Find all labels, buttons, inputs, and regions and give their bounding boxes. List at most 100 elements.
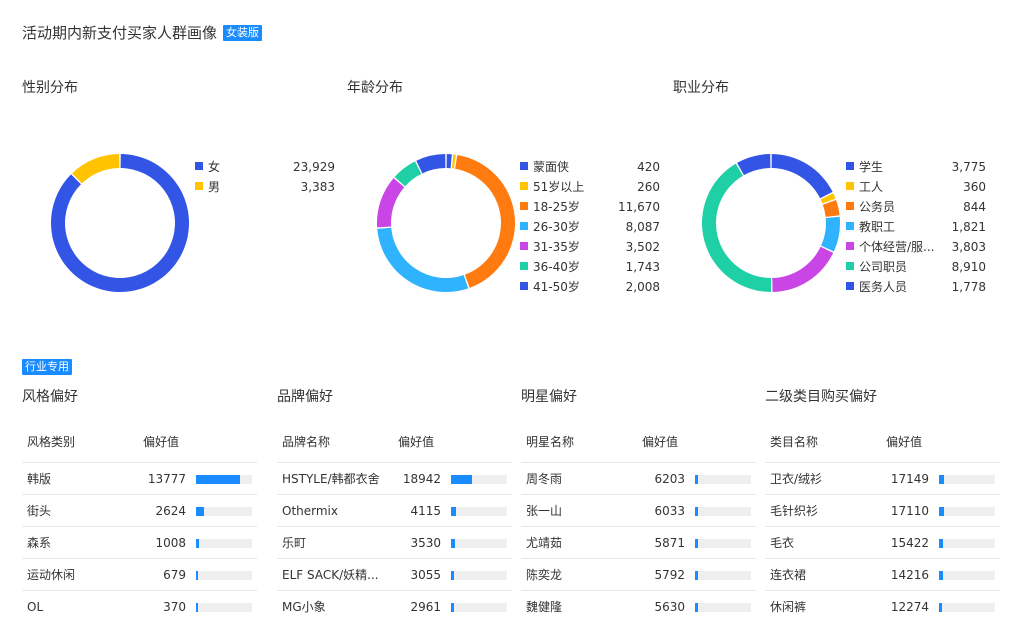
- legend-label: 26-30岁: [533, 220, 580, 234]
- preference-bar: [695, 507, 698, 516]
- style-table-title: 风格偏好: [22, 389, 78, 405]
- donut-slice-0[interactable]: [51, 154, 189, 292]
- table-row[interactable]: 森系 1008: [22, 527, 257, 559]
- legend-swatch: [520, 282, 528, 290]
- preference-bar-track: [196, 603, 252, 612]
- table-row[interactable]: OL 370: [22, 591, 257, 623]
- row-name: 运动休闲: [27, 568, 76, 582]
- preference-bar: [451, 539, 455, 548]
- preference-bar-track: [939, 603, 995, 612]
- donut-slice-0[interactable]: [446, 154, 452, 169]
- row-name: ELF SACK/妖精...: [282, 568, 379, 582]
- star-table-title: 明星偏好: [521, 389, 577, 405]
- donut-slice-3[interactable]: [377, 227, 469, 292]
- row-name: 森系: [27, 536, 52, 550]
- legend-swatch: [520, 182, 528, 190]
- page-title-text: 活动期内新支付买家人群画像: [22, 24, 218, 42]
- legend-item[interactable]: 医务人员 1,778: [846, 278, 986, 296]
- preference-bar-track: [451, 603, 507, 612]
- legend-item[interactable]: 教职工 1,821: [846, 218, 986, 236]
- row-value: 12274: [890, 600, 929, 614]
- donut-slice-4[interactable]: [377, 178, 405, 228]
- table-row[interactable]: ELF SACK/妖精... 3055: [277, 559, 512, 591]
- legend-value: 844: [963, 200, 986, 214]
- table-row[interactable]: 尤靖茹 5871: [521, 527, 756, 559]
- table-row[interactable]: 张一山 6033: [521, 495, 756, 527]
- table-row[interactable]: HSTYLE/韩都衣舍 18942: [277, 463, 512, 495]
- legend-label: 医务人员: [859, 280, 908, 294]
- legend-swatch: [846, 202, 854, 210]
- preference-bar-track: [196, 571, 252, 580]
- table-row[interactable]: 周冬雨 6203: [521, 463, 756, 495]
- legend-value: 1,778: [951, 280, 986, 294]
- donut-slice-2[interactable]: [455, 154, 515, 288]
- legend-item[interactable]: 女 23,929: [195, 158, 335, 176]
- preference-bar: [695, 539, 698, 548]
- row-name: HSTYLE/韩都衣舍: [282, 472, 380, 486]
- donut-slice-2[interactable]: [822, 200, 840, 217]
- preference-bar-track: [939, 475, 995, 484]
- legend-item[interactable]: 公司职员 8,910: [846, 258, 986, 276]
- preference-bar-track: [451, 475, 507, 484]
- donut-slice-6[interactable]: [737, 154, 771, 176]
- table-row[interactable]: MG小象 2961: [277, 591, 512, 623]
- table-row[interactable]: 街头 2624: [22, 495, 257, 527]
- legend-label: 蒙面侠: [533, 160, 570, 174]
- donut-slice-6[interactable]: [416, 154, 446, 174]
- donut-slice-1[interactable]: [72, 154, 120, 184]
- donut-slice-5[interactable]: [702, 163, 772, 292]
- preference-bar: [695, 571, 698, 580]
- legend-item[interactable]: 公务员 844: [846, 198, 986, 216]
- preference-bar-track: [939, 571, 995, 580]
- occupation-chart-title: 职业分布: [673, 80, 729, 96]
- row-value: 3530: [410, 536, 441, 550]
- table-row[interactable]: 休闲裤 12274: [765, 591, 1000, 623]
- preference-bar: [451, 475, 472, 484]
- legend-item[interactable]: 个体经营/服... 3,803: [846, 238, 986, 256]
- table-row[interactable]: 卫衣/绒衫 17149: [765, 463, 1000, 495]
- legend-swatch: [846, 282, 854, 290]
- row-name: 张一山: [526, 504, 563, 518]
- legend-swatch: [846, 242, 854, 250]
- table-row[interactable]: 连衣裙 14216: [765, 559, 1000, 591]
- donut-slice-1[interactable]: [451, 154, 456, 169]
- table-row[interactable]: 乐町 3530: [277, 527, 512, 559]
- legend-item[interactable]: 31-35岁 3,502: [520, 238, 660, 256]
- table-row[interactable]: 韩版 13777: [22, 463, 257, 495]
- legend-value: 2,008: [625, 280, 660, 294]
- table-row[interactable]: 陈奕龙 5792: [521, 559, 756, 591]
- legend-label: 公司职员: [859, 260, 908, 274]
- legend-item[interactable]: 学生 3,775: [846, 158, 986, 176]
- legend-value: 11,670: [618, 200, 660, 214]
- industry-badge-wrap: 行业专用: [22, 357, 72, 376]
- table-row[interactable]: 毛衣 15422: [765, 527, 1000, 559]
- legend-item[interactable]: 男 3,383: [195, 178, 335, 196]
- table-row[interactable]: 运动休闲 679: [22, 559, 257, 591]
- legend-item[interactable]: 工人 360: [846, 178, 986, 196]
- legend-value: 420: [637, 160, 660, 174]
- row-value: 18942: [402, 472, 441, 486]
- age-donut: [377, 154, 515, 292]
- table-row[interactable]: Othermix 4115: [277, 495, 512, 527]
- table-row[interactable]: 魏健隆 5630: [521, 591, 756, 623]
- donut-slice-4[interactable]: [772, 246, 834, 292]
- preference-bar: [695, 475, 698, 484]
- legend-value: 1,821: [951, 220, 986, 234]
- legend-item[interactable]: 41-50岁 2,008: [520, 278, 660, 296]
- row-name: 连衣裙: [770, 568, 807, 582]
- legend-item[interactable]: 18-25岁 11,670: [520, 198, 660, 216]
- legend-value: 8,910: [951, 260, 986, 274]
- occupation-donut: [702, 154, 840, 292]
- donut-slice-3[interactable]: [821, 216, 840, 252]
- donut-slice-0[interactable]: [771, 154, 833, 199]
- legend-item[interactable]: 蒙面侠 420: [520, 158, 660, 176]
- star-col-name-header: 明星名称: [526, 435, 575, 449]
- table-row[interactable]: 毛针织衫 17110: [765, 495, 1000, 527]
- row-value: 6203: [654, 472, 685, 486]
- industry-badge: 行业专用: [22, 359, 72, 375]
- legend-label: 学生: [859, 160, 884, 174]
- legend-item[interactable]: 51岁以上 260: [520, 178, 660, 196]
- legend-item[interactable]: 36-40岁 1,743: [520, 258, 660, 276]
- legend-label: 教职工: [859, 220, 896, 234]
- legend-item[interactable]: 26-30岁 8,087: [520, 218, 660, 236]
